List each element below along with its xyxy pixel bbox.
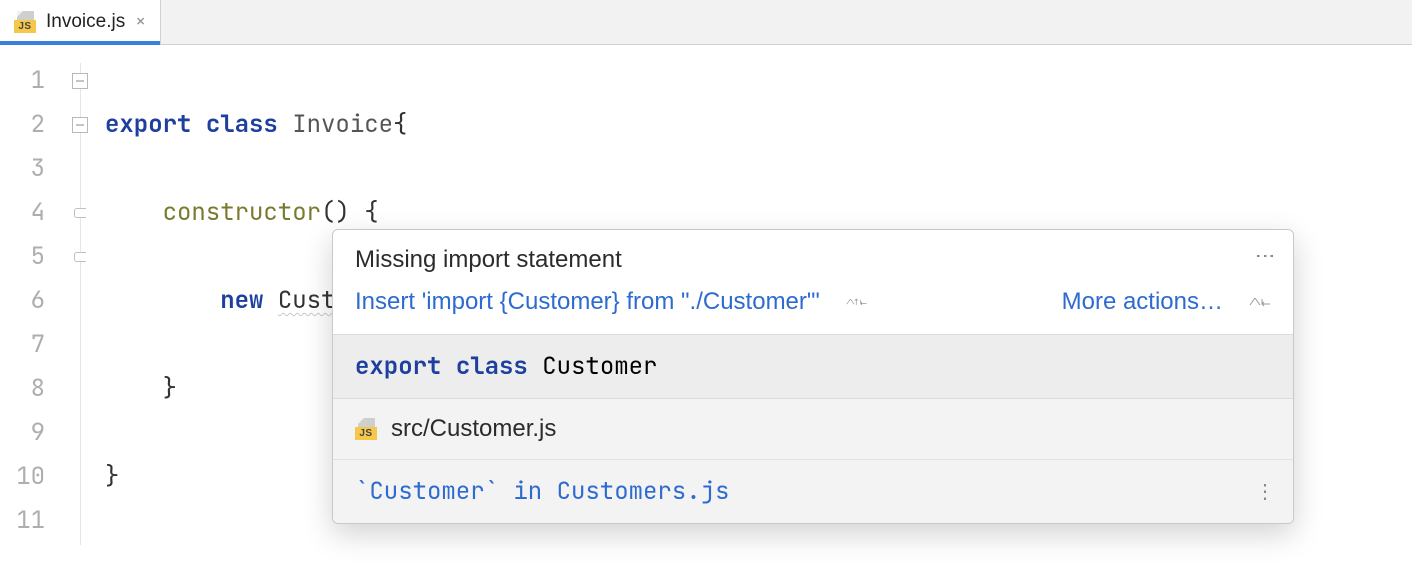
more-actions-link[interactable]: More actions… <box>1062 288 1223 316</box>
popup-file-path: src/Customer.js <box>391 415 556 443</box>
popup-doc-link[interactable]: `Customer` in Customers.js <box>355 476 729 507</box>
close-icon[interactable]: × <box>135 13 146 31</box>
code-line: export class Invoice{ <box>105 103 1412 147</box>
line-number: 8 <box>0 367 55 411</box>
javascript-file-icon: JS <box>14 11 36 33</box>
line-number-gutter: 1 2 3 4 5 6 7 8 9 10 11 <box>0 45 55 545</box>
popup-title: Missing import statement <box>355 246 1271 274</box>
fold-end-icon <box>74 252 86 262</box>
line-number: 3 <box>0 147 55 191</box>
line-number: 10 <box>0 455 55 499</box>
insert-import-action[interactable]: Insert 'import {Customer} from "./Custom… <box>355 288 820 316</box>
line-number: 6 <box>0 279 55 323</box>
fold-gutter <box>55 45 105 545</box>
tab-filename: Invoice.js <box>46 11 125 33</box>
line-number: 7 <box>0 323 55 367</box>
popup-preview-section: export class Customer <box>333 334 1293 398</box>
fold-toggle-icon[interactable] <box>72 117 88 133</box>
intention-popup: ⋮ Missing import statement Insert 'impor… <box>332 229 1294 524</box>
fold-toggle-icon[interactable] <box>72 73 88 89</box>
line-number: 11 <box>0 499 55 543</box>
editor-tabbar: JS Invoice.js × <box>0 0 1412 45</box>
popup-action-row: Insert 'import {Customer} from "./Custom… <box>355 288 1271 316</box>
code-editor[interactable]: 1 2 3 4 5 6 7 8 9 10 11 export class Inv… <box>0 45 1412 545</box>
popup-location-section: JS src/Customer.js `Customer` in Custome… <box>333 398 1293 523</box>
line-number: 1 <box>0 59 55 103</box>
keyboard-shortcut <box>846 292 868 312</box>
popup-doc-row[interactable]: `Customer` in Customers.js ⋮ <box>333 459 1293 523</box>
line-number: 9 <box>0 411 55 455</box>
editor-tab-invoice[interactable]: JS Invoice.js × <box>0 0 161 44</box>
javascript-file-icon: JS <box>355 418 377 440</box>
fold-end-icon <box>74 208 86 218</box>
line-number: 5 <box>0 235 55 279</box>
line-number: 2 <box>0 103 55 147</box>
popup-code-preview: export class Customer <box>333 335 1293 398</box>
kebab-menu-icon[interactable]: ⋮ <box>1255 482 1275 502</box>
popup-header: ⋮ Missing import statement Insert 'impor… <box>333 230 1293 334</box>
popup-file-row[interactable]: JS src/Customer.js <box>333 399 1293 459</box>
line-number: 4 <box>0 191 55 235</box>
kebab-menu-icon[interactable]: ⋮ <box>1255 246 1275 267</box>
keyboard-shortcut <box>1249 292 1271 312</box>
